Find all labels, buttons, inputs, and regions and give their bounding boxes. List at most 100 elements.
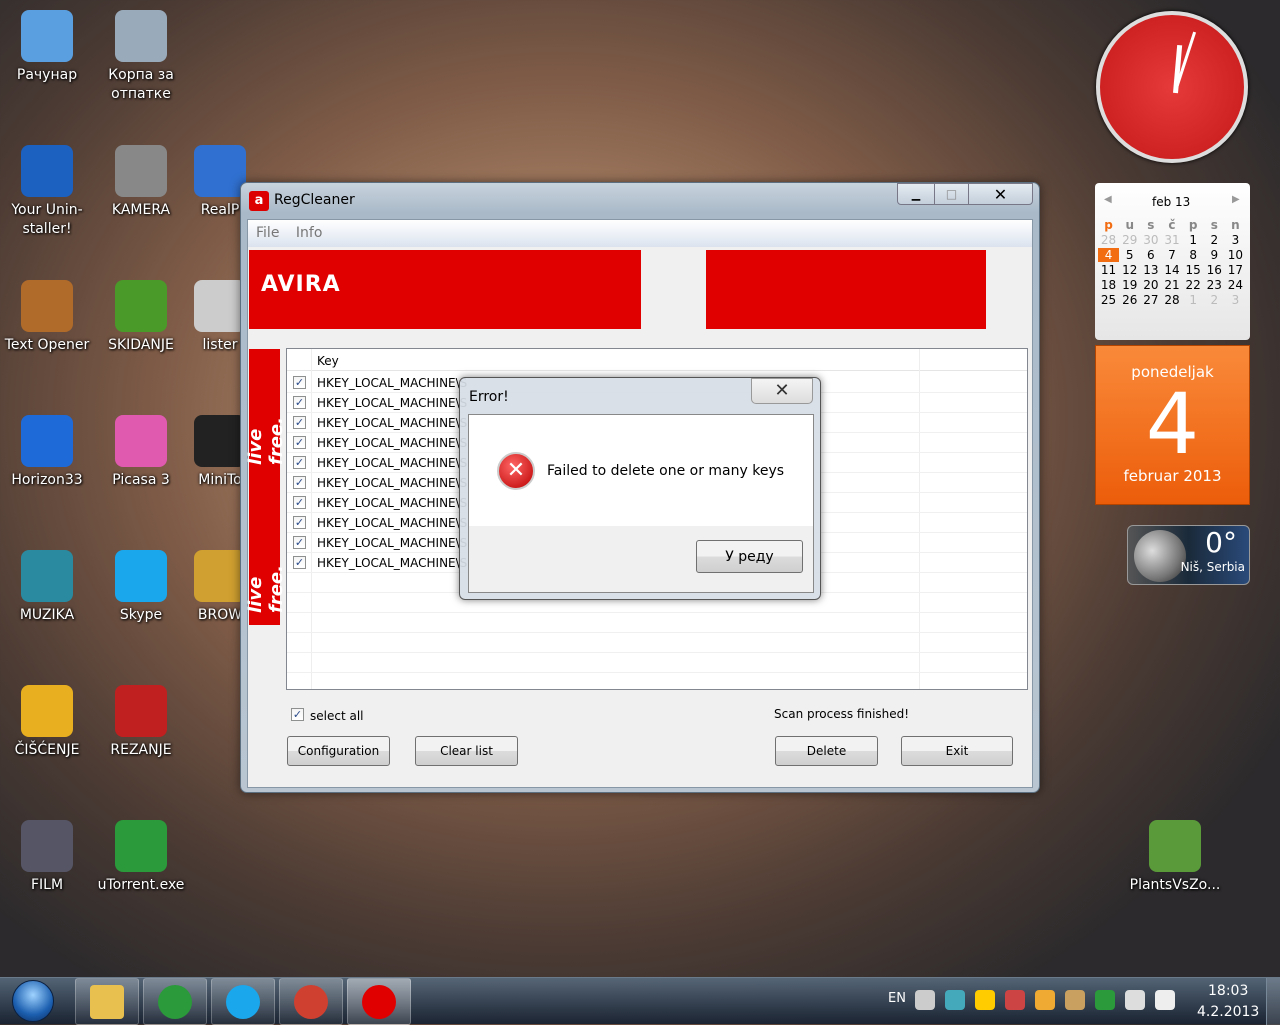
calendar-day[interactable]: 2	[1204, 233, 1225, 247]
desktop-icon[interactable]: PlantsVsZo...	[1128, 820, 1222, 895]
row-checkbox[interactable]: ✓	[293, 476, 306, 489]
calendar-day[interactable]: 7	[1161, 248, 1182, 262]
calendar-day[interactable]: 8	[1183, 248, 1204, 262]
calendar-day[interactable]: 30	[1140, 233, 1161, 247]
desktop-icon[interactable]: Корпа за отпатке	[94, 10, 188, 104]
taskbar-skype-button[interactable]	[211, 978, 275, 1025]
row-checkbox[interactable]: ✓	[293, 516, 306, 529]
minimize-button[interactable]: ▁	[897, 183, 935, 205]
calendar-day[interactable]: 5	[1119, 248, 1140, 262]
maximize-button[interactable]: □	[934, 183, 969, 205]
calendar-day[interactable]: 29	[1119, 233, 1140, 247]
calendar-day[interactable]: 3	[1225, 233, 1246, 247]
desktop-icon[interactable]: Рачунар	[0, 10, 94, 85]
calendar-day[interactable]: 19	[1119, 278, 1140, 292]
calendar-day[interactable]: 6	[1140, 248, 1161, 262]
calendar-day[interactable]: 23	[1204, 278, 1225, 292]
desktop-icon-label: Your Unin-staller!	[11, 202, 83, 237]
desktop-icon[interactable]: MUZIKA	[0, 550, 94, 625]
delete-button[interactable]: Delete	[775, 736, 878, 766]
row-checkbox[interactable]: ✓	[293, 456, 306, 469]
clock-date[interactable]: 4.2.2013	[1197, 1004, 1259, 1020]
calendar-day[interactable]: 27	[1140, 293, 1161, 307]
magic-wand-icon[interactable]	[1035, 990, 1055, 1010]
calendar-day[interactable]: 16	[1204, 263, 1225, 277]
calendar-month: feb 13	[1152, 195, 1191, 209]
calendar-day[interactable]: 31	[1161, 233, 1182, 247]
taskbar-explorer-button[interactable]	[75, 978, 139, 1025]
taskbar-utorrent-button[interactable]	[143, 978, 207, 1025]
row-checkbox[interactable]: ✓	[293, 536, 306, 549]
app-icon[interactable]	[1005, 990, 1025, 1010]
start-button[interactable]	[12, 980, 54, 1022]
configuration-button[interactable]: Configuration	[287, 736, 390, 766]
shortcut-icon	[194, 280, 246, 332]
table-row	[287, 633, 1027, 653]
row-checkbox[interactable]: ✓	[293, 416, 306, 429]
calendar-day[interactable]: 26	[1119, 293, 1140, 307]
package-icon[interactable]	[1065, 990, 1085, 1010]
menu-file[interactable]: File	[256, 225, 279, 241]
row-checkbox[interactable]: ✓	[293, 436, 306, 449]
calendar-day[interactable]: 21	[1161, 278, 1182, 292]
utorrent-icon[interactable]	[1095, 990, 1115, 1010]
dialog-close-button[interactable]: ✕	[751, 378, 813, 404]
calendar-day[interactable]: 1	[1183, 293, 1204, 307]
column-header-key[interactable]: Key	[317, 354, 339, 368]
volume-icon[interactable]	[1155, 990, 1175, 1010]
show-desktop-button[interactable]	[1266, 978, 1280, 1025]
clock-gadget[interactable]	[1096, 11, 1248, 163]
weather-gadget[interactable]: 0° Niš, Serbia	[1127, 525, 1250, 585]
calendar-day[interactable]: 28	[1098, 233, 1119, 247]
calendar-day[interactable]: 10	[1225, 248, 1246, 262]
ok-button[interactable]: У реду	[696, 540, 803, 573]
calendar-day[interactable]: 20	[1140, 278, 1161, 292]
calendar-day[interactable]: 13	[1140, 263, 1161, 277]
calendar-day[interactable]: 4	[1098, 248, 1120, 262]
clock-time[interactable]: 18:03	[1208, 983, 1248, 999]
taskbar-chrome-button[interactable]	[279, 978, 343, 1025]
desktop-icon[interactable]: ČIŠĆENJE	[0, 685, 94, 760]
calendar-day[interactable]: 3	[1225, 293, 1246, 307]
desktop-icon[interactable]: Your Unin-staller!	[0, 145, 94, 239]
calendar-day[interactable]: 25	[1098, 293, 1119, 307]
live-free-strip: live free. live free.	[245, 349, 287, 625]
banner-right	[706, 250, 986, 329]
calendar-day[interactable]: 15	[1183, 263, 1204, 277]
menu-info[interactable]: Info	[296, 225, 323, 241]
desktop-icon[interactable]: REZANJE	[94, 685, 188, 760]
calendar-day[interactable]: 24	[1225, 278, 1246, 292]
calendar-gadget[interactable]: ◀ feb 13 ▶ p u s č p s n 28 29 30 31 1 2 3 4 5 6 7 8 9 10 11 1…	[1095, 183, 1250, 340]
language-indicator[interactable]: EN	[888, 991, 906, 1006]
calendar-day[interactable]: 17	[1225, 263, 1246, 277]
calendar-day[interactable]: 9	[1204, 248, 1225, 262]
row-checkbox[interactable]: ✓	[293, 396, 306, 409]
calendar-day[interactable]: 12	[1119, 263, 1140, 277]
row-checkbox[interactable]: ✓	[293, 376, 306, 389]
desktop-icon[interactable]: FILM	[0, 820, 94, 895]
calendar-day[interactable]: 11	[1098, 263, 1119, 277]
desktop-icon[interactable]: Text Opener	[0, 280, 94, 355]
close-button[interactable]: ✕	[968, 183, 1033, 205]
calendar-day[interactable]: 28	[1161, 293, 1182, 307]
calendar-day[interactable]: 14	[1161, 263, 1182, 277]
clear-list-button[interactable]: Clear list	[415, 736, 518, 766]
calendar-day[interactable]: 22	[1183, 278, 1204, 292]
exit-button[interactable]: Exit	[901, 736, 1013, 766]
calendar-day[interactable]: 2	[1204, 293, 1225, 307]
network-globe-icon[interactable]	[945, 990, 965, 1010]
calendar-day[interactable]: 18	[1098, 278, 1119, 292]
avira-logo: AVIRA	[261, 272, 341, 297]
taskbar-avira-button[interactable]	[347, 978, 411, 1025]
next-month-icon[interactable]: ▶	[1232, 194, 1240, 205]
desktop-icon[interactable]: Horizon33	[0, 415, 94, 490]
keyboard-icon[interactable]	[915, 990, 935, 1010]
row-checkbox[interactable]: ✓	[293, 556, 306, 569]
desktop-icon[interactable]: uTorrent.exe	[94, 820, 188, 895]
select-all-checkbox[interactable]: ✓	[291, 708, 304, 721]
calendar-day[interactable]: 1	[1183, 233, 1204, 247]
prev-month-icon[interactable]: ◀	[1104, 194, 1112, 205]
network-icon[interactable]	[1125, 990, 1145, 1010]
row-checkbox[interactable]: ✓	[293, 496, 306, 509]
skype-status-icon[interactable]	[975, 990, 995, 1010]
